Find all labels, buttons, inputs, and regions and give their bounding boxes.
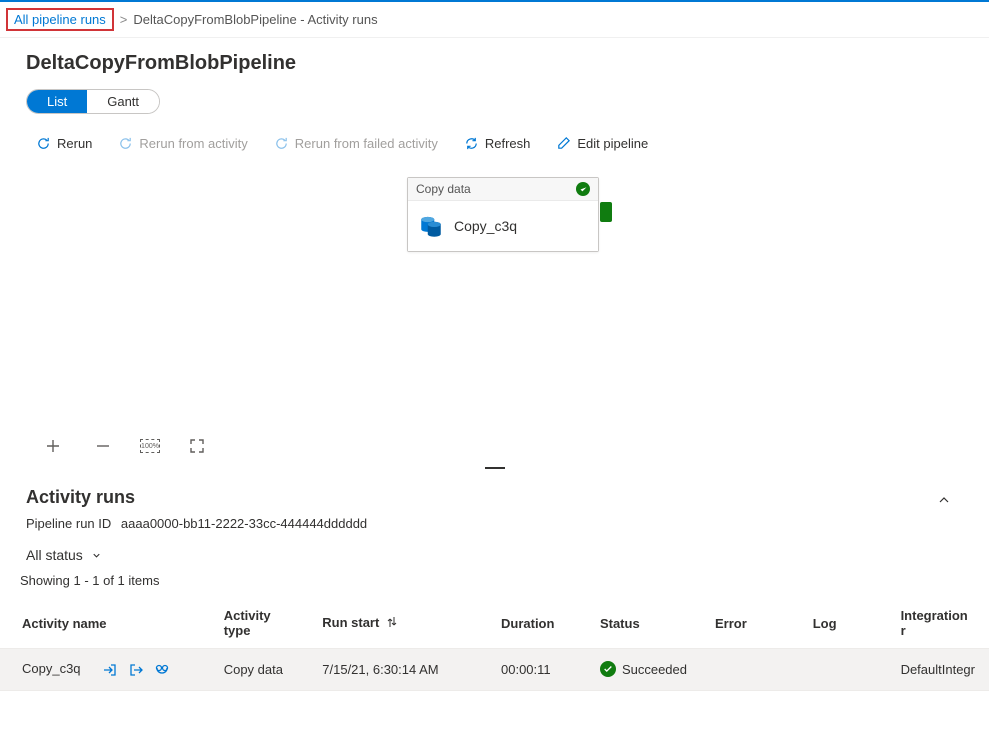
breadcrumb-current: DeltaCopyFromBlobPipeline - Activity run… [133, 12, 377, 27]
pipeline-run-id-label: Pipeline run ID [26, 516, 111, 531]
canvas-area[interactable]: Copy data Copy_c3q 100% [0, 167, 989, 467]
col-integration[interactable]: Integration r [887, 598, 989, 649]
rerun-from-activity-icon [118, 136, 133, 151]
col-run-start[interactable]: Run start [308, 598, 487, 649]
cell-activity-name: Copy_c3q [0, 649, 210, 691]
zoom-out-button[interactable] [90, 433, 116, 459]
success-icon [576, 182, 590, 196]
refresh-label: Refresh [485, 136, 531, 151]
cell-activity-type: Copy data [210, 649, 309, 691]
rerun-from-failed-icon [274, 136, 289, 151]
panel-resize-handle[interactable] [485, 465, 505, 469]
chevron-up-icon [937, 493, 951, 507]
refresh-icon [464, 136, 479, 151]
details-icon[interactable] [154, 662, 170, 678]
view-list-button[interactable]: List [27, 90, 87, 113]
zoom-in-button[interactable] [40, 433, 66, 459]
activity-name-text: Copy_c3q [22, 661, 81, 676]
activity-node-type: Copy data [416, 182, 471, 196]
view-gantt-button[interactable]: Gantt [87, 90, 159, 113]
col-activity-name[interactable]: Activity name [0, 598, 210, 649]
activity-runs-title: Activity runs [26, 487, 367, 508]
rerun-from-activity-button: Rerun from activity [108, 132, 257, 155]
col-run-start-label: Run start [322, 615, 379, 630]
col-log[interactable]: Log [799, 598, 887, 649]
status-success-icon [600, 661, 616, 677]
edit-pipeline-button[interactable]: Edit pipeline [546, 132, 658, 155]
cell-integration: DefaultIntegr [887, 649, 989, 691]
status-filter-dropdown[interactable]: All status [0, 543, 989, 573]
rerun-from-failed-label: Rerun from failed activity [295, 136, 438, 151]
cell-duration: 00:00:11 [487, 649, 586, 691]
rerun-button[interactable]: Rerun [26, 132, 102, 155]
toolbar: Rerun Rerun from activity Rerun from fai… [0, 126, 989, 167]
input-icon[interactable] [102, 662, 118, 678]
activity-node-body: Copy_c3q [408, 201, 598, 251]
rerun-from-failed-button: Rerun from failed activity [264, 132, 448, 155]
chevron-down-icon [91, 550, 102, 561]
header: DeltaCopyFromBlobPipeline List Gantt [0, 38, 989, 126]
page-title: DeltaCopyFromBlobPipeline [26, 52, 963, 75]
breadcrumb: All pipeline runs > DeltaCopyFromBlobPip… [0, 2, 989, 38]
cell-run-start: 7/15/21, 6:30:14 AM [308, 649, 487, 691]
collapse-panel-button[interactable] [925, 487, 963, 516]
refresh-button[interactable]: Refresh [454, 132, 541, 155]
status-filter-label: All status [26, 547, 83, 563]
output-icon[interactable] [128, 662, 144, 678]
showing-count: Showing 1 - 1 of 1 items [0, 573, 989, 598]
activity-node[interactable]: Copy data Copy_c3q [407, 177, 599, 252]
node-connector-success [600, 202, 612, 222]
col-status[interactable]: Status [586, 598, 701, 649]
pipeline-run-id-line: Pipeline run ID aaaa0000-bb11-2222-33cc-… [26, 516, 367, 531]
col-error[interactable]: Error [701, 598, 799, 649]
table-header-row: Activity name Activity type Run start Du… [0, 598, 989, 649]
zoom-reset-button[interactable]: 100% [140, 439, 160, 453]
breadcrumb-all-pipeline-runs[interactable]: All pipeline runs [6, 8, 114, 31]
col-activity-type[interactable]: Activity type [210, 598, 309, 649]
rerun-icon [36, 136, 51, 151]
rerun-label: Rerun [57, 136, 92, 151]
edit-pipeline-label: Edit pipeline [577, 136, 648, 151]
cell-status: Succeeded [586, 649, 701, 691]
activity-runs-table: Activity name Activity type Run start Du… [0, 598, 989, 691]
view-toggle: List Gantt [26, 89, 160, 114]
pipeline-run-id-value: aaaa0000-bb11-2222-33cc-444444dddddd [121, 516, 367, 531]
status-text: Succeeded [622, 662, 687, 677]
database-icon [418, 213, 444, 239]
rerun-from-activity-label: Rerun from activity [139, 136, 247, 151]
canvas-controls: 100% [40, 433, 210, 459]
col-duration[interactable]: Duration [487, 598, 586, 649]
table-row[interactable]: Copy_c3q Copy data 7/15/21, 6:30:14 AM 0… [0, 649, 989, 691]
edit-icon [556, 136, 571, 151]
cell-log [799, 649, 887, 691]
breadcrumb-separator: > [120, 12, 128, 27]
cell-error [701, 649, 799, 691]
fit-screen-button[interactable] [184, 433, 210, 459]
sort-icon [387, 616, 397, 631]
activity-runs-header: Activity runs Pipeline run ID aaaa0000-b… [0, 467, 989, 543]
activity-node-header: Copy data [408, 178, 598, 201]
activity-node-name: Copy_c3q [454, 218, 517, 234]
